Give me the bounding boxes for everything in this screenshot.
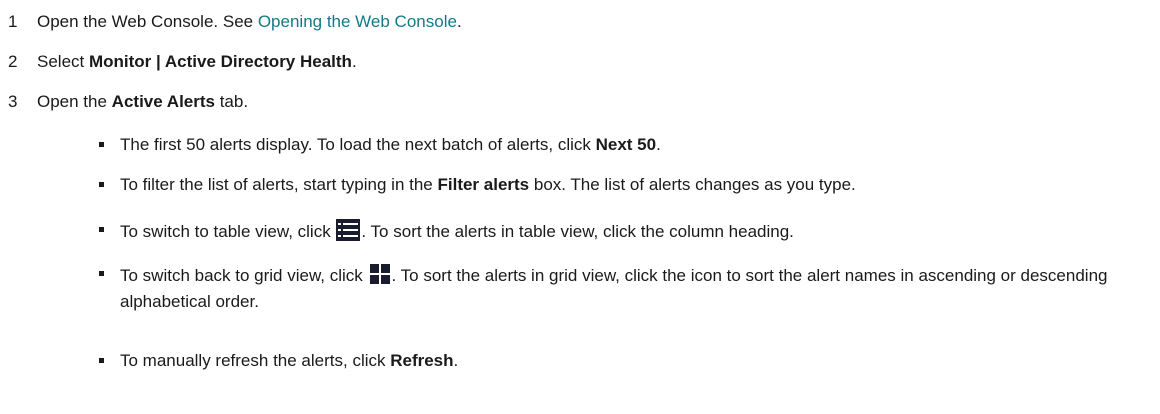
bullet-item: The first 50 alerts display. To load the… [0, 134, 1160, 156]
bullet-text-end: . To sort the alerts in table view, clic… [361, 222, 794, 241]
step-text-start: Select [37, 52, 89, 71]
bullet-text-end: . [453, 351, 459, 370]
refresh-label: Refresh [390, 351, 454, 370]
step-number: 2 [8, 52, 18, 71]
table-view-icon [336, 219, 361, 247]
bullet-text-start: To manually refresh the alerts, click [120, 351, 391, 370]
bullet-text-start: The first 50 alerts display. To load the… [120, 135, 596, 154]
step-number: 3 [8, 92, 18, 111]
step-number: 1 [8, 12, 18, 31]
bullet-marker [99, 358, 104, 363]
step-text-start: Open the Web Console. See [37, 12, 258, 31]
bullet-marker [99, 142, 104, 147]
bullet-text: To filter the list of alerts, start typi… [120, 174, 856, 196]
bullet-text-start: To switch back to grid view, click [120, 266, 368, 285]
step-text-end: . [456, 12, 462, 31]
bullet-text-end: box. The list of alerts changes as you t… [529, 175, 856, 194]
filter-alerts-label: Filter alerts [437, 175, 530, 194]
bullet-item: To switch back to grid view, click . To … [0, 263, 1160, 311]
bullet-text-start: To filter the list of alerts, start typi… [120, 175, 438, 194]
grid-view-icon [368, 263, 391, 291]
next-50-label: Next 50 [595, 135, 657, 154]
bullet-item: To filter the list of alerts, start typi… [0, 174, 1160, 196]
menu-path-label: Monitor | Active Directory Health [88, 52, 352, 71]
step-text: Select Monitor | Active Directory Health… [37, 51, 357, 73]
bullet-marker [99, 271, 104, 276]
tab-name-label: Active Alerts [111, 92, 215, 111]
bullet-item: To manually refresh the alerts, click Re… [0, 350, 1160, 372]
step-text-end: . [351, 52, 357, 71]
bullet-text: To switch to table view, click . To sort… [120, 219, 794, 247]
bullet-text: The first 50 alerts display. To load the… [120, 134, 661, 156]
opening-web-console-link[interactable]: Opening the Web Console [258, 12, 457, 31]
step-text-end: tab. [214, 92, 249, 111]
bullet-text-start: To switch to table view, click [120, 222, 336, 241]
step-text: Open the Active Alerts tab. [37, 91, 248, 113]
step-text: Open the Web Console. See Opening the We… [37, 11, 462, 33]
bullet-text-end: . [656, 135, 661, 154]
bullet-text: To manually refresh the alerts, click Re… [120, 350, 458, 372]
bullet-marker [99, 227, 104, 232]
bullet-text: To switch back to grid view, click . To … [120, 263, 1150, 313]
procedure-document: 1 Open the Web Console. See Opening the … [0, 0, 1160, 414]
bullet-marker [99, 182, 104, 187]
step-text-start: Open the [37, 92, 112, 111]
bullet-item: To switch to table view, click . To sort… [0, 219, 1160, 241]
